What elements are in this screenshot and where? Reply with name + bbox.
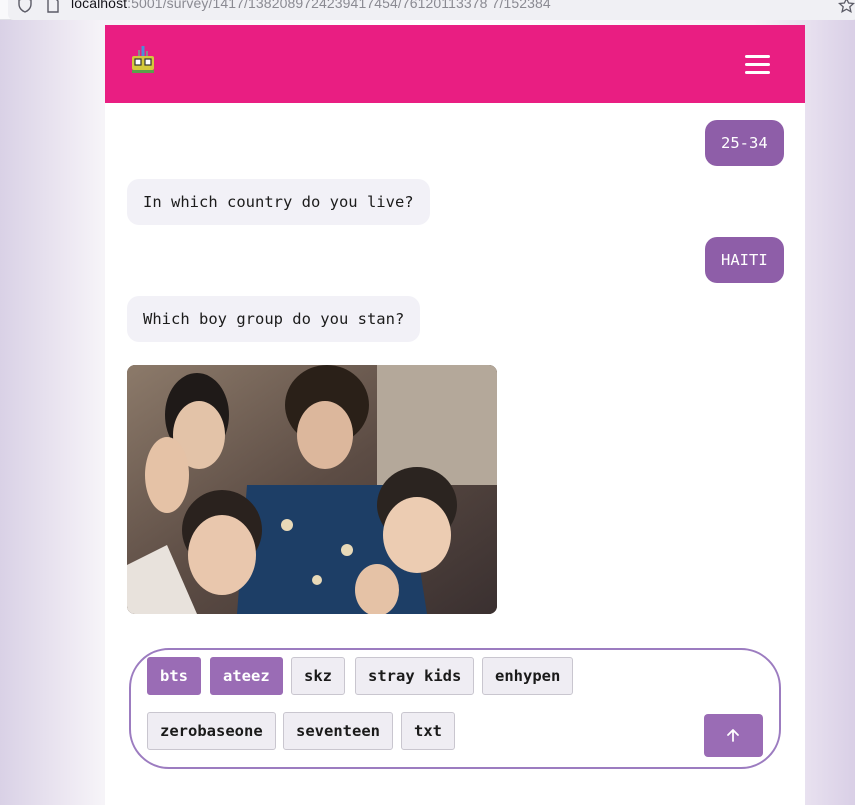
- logo-icon[interactable]: [129, 45, 157, 75]
- send-button[interactable]: [704, 714, 763, 757]
- option-txt[interactable]: txt: [401, 712, 455, 750]
- group-photo-image: [127, 365, 497, 614]
- bot-message-country: In which country do you live?: [127, 179, 430, 225]
- option-ateez[interactable]: ateez: [210, 657, 283, 695]
- browser-url-bar: localhost:5001/survey/1417/1382089724239…: [0, 0, 855, 20]
- option-enhypen[interactable]: enhypen: [482, 657, 574, 695]
- answer-composer: bts ateez skz stray kids enhypen zerobas…: [129, 648, 781, 769]
- url-text[interactable]: localhost:5001/survey/1417/1382089724239…: [71, 0, 551, 11]
- option-zerobaseone[interactable]: zerobaseone: [147, 712, 276, 750]
- shield-icon[interactable]: [17, 0, 33, 13]
- bot-message-group: Which boy group do you stan?: [127, 296, 421, 342]
- hamburger-menu-icon[interactable]: [745, 55, 771, 75]
- arrow-up-icon: [727, 729, 739, 742]
- page-icon: [47, 0, 59, 13]
- survey-app: 25-34 In which country do you live? HAIT…: [105, 25, 805, 805]
- option-seventeen[interactable]: seventeen: [283, 712, 393, 750]
- app-header: [105, 25, 805, 103]
- user-message-country: HAITI: [705, 237, 784, 283]
- option-skz[interactable]: skz: [291, 657, 345, 695]
- option-stray-kids[interactable]: stray kids: [355, 657, 475, 695]
- star-icon[interactable]: [838, 0, 855, 14]
- option-bts[interactable]: bts: [147, 657, 201, 695]
- user-message-age: 25-34: [705, 120, 784, 166]
